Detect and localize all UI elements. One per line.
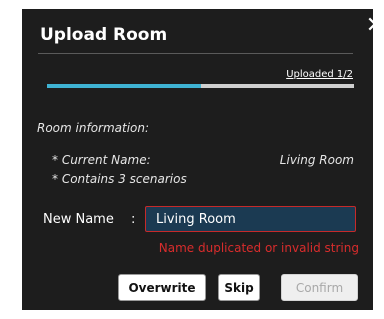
new-name-separator: : (131, 212, 136, 227)
upload-room-dialog: ✕ Upload Room Uploaded 1/2 Room informat… (22, 9, 384, 310)
current-name-value: Living Room (279, 153, 354, 167)
skip-button[interactable]: Skip (218, 274, 260, 301)
close-icon[interactable]: ✕ (363, 15, 384, 39)
upload-progress-fill (47, 84, 201, 88)
confirm-button[interactable]: Confirm (281, 274, 358, 301)
upload-progress-bar (47, 84, 354, 88)
progress-label: Uploaded 1/2 (286, 69, 353, 80)
room-info-heading: Room information: (37, 121, 150, 135)
new-name-input[interactable] (145, 206, 356, 232)
dialog-title: Upload Room (40, 25, 168, 45)
title-divider (38, 53, 353, 54)
new-name-label: New Name (43, 212, 114, 227)
name-error-message: Name duplicated or invalid string (158, 241, 359, 255)
scenario-count-text: * Contains 3 scenarios (52, 172, 187, 186)
current-name-label: * Current Name: (52, 153, 151, 167)
overwrite-button[interactable]: Overwrite (118, 274, 206, 301)
